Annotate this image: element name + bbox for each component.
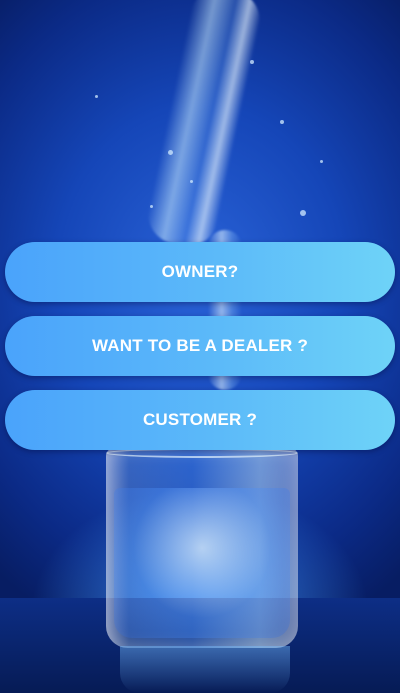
water-glass-decoration — [106, 448, 298, 648]
droplet — [190, 180, 193, 183]
glass-water — [114, 488, 290, 638]
droplet — [280, 120, 284, 124]
droplet — [300, 210, 306, 216]
owner-button[interactable]: OWNER? — [5, 242, 395, 302]
droplet — [320, 160, 323, 163]
droplet — [168, 150, 173, 155]
droplet — [250, 60, 254, 64]
glass-reflection — [120, 646, 290, 693]
customer-button[interactable]: CUSTOMER ? — [5, 390, 395, 450]
dealer-button[interactable]: WANT TO BE A DEALER ? — [5, 316, 395, 376]
droplet — [150, 205, 153, 208]
droplet — [95, 95, 98, 98]
role-selection-menu: OWNER? WANT TO BE A DEALER ? CUSTOMER ? — [5, 242, 395, 450]
